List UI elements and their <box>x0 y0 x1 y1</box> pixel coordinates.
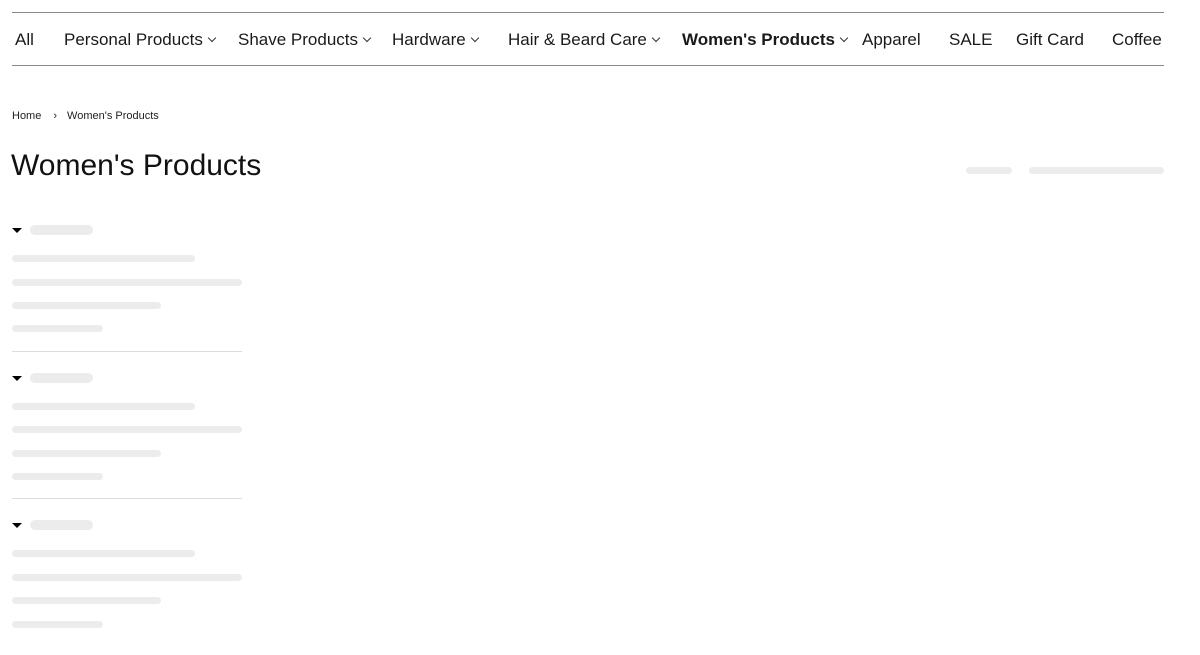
filter-option-skeleton <box>12 550 195 557</box>
filter-option-skeleton <box>12 621 103 628</box>
filter-option-skeleton <box>12 426 242 433</box>
breadcrumb: Home › Women's Products <box>12 110 159 122</box>
nav-item-label: Hardware <box>392 30 466 49</box>
page-title: Women's Products <box>11 149 262 182</box>
chevron-down-icon <box>651 33 661 43</box>
chevron-down-icon <box>362 33 372 43</box>
filter-option-skeleton <box>12 279 242 286</box>
nav-item-label: Personal Products <box>64 30 203 49</box>
filter-option-skeleton <box>12 450 161 457</box>
nav-item-label: Apparel <box>862 30 921 49</box>
caret-down-icon[interactable] <box>12 228 22 233</box>
filter-group-divider <box>12 498 242 499</box>
filter-option-skeleton <box>12 574 242 581</box>
chevron-down-icon <box>207 33 217 43</box>
nav-item-label: All <box>15 30 34 49</box>
nav-item-coffee[interactable]: Coffee <box>1112 13 1162 66</box>
nav-item-label: Shave Products <box>238 30 359 49</box>
filter-option-skeleton <box>12 597 161 604</box>
main-navigation: All Personal Products Shave Products Har… <box>12 12 1164 66</box>
breadcrumb-separator: › <box>53 110 58 122</box>
nav-item-gift-card[interactable]: Gift Card <box>1016 13 1084 66</box>
nav-item-label: SALE <box>949 30 993 49</box>
filter-option-skeleton <box>12 325 103 332</box>
nav-item-personal-products[interactable]: Personal Products <box>64 13 217 66</box>
chevron-down-icon <box>470 33 479 43</box>
filter-group-title-skeleton[interactable] <box>30 225 93 235</box>
results-count-skeleton <box>966 167 1012 174</box>
nav-item-shave-products[interactable]: Shave Products <box>238 13 372 66</box>
filter-option-skeleton <box>12 255 195 262</box>
nav-item-sale[interactable]: SALE <box>949 13 992 66</box>
filter-group-divider <box>12 351 242 352</box>
filter-group-title-skeleton[interactable] <box>30 373 93 383</box>
sort-select-skeleton[interactable] <box>1029 167 1164 174</box>
nav-item-hair-beard-care[interactable]: Hair & Beard Care <box>508 13 661 66</box>
nav-item-label: Gift Card <box>1016 30 1085 49</box>
filter-option-skeleton <box>12 473 103 480</box>
chevron-down-icon <box>839 33 849 43</box>
nav-item-womens-products[interactable]: Women's Products <box>682 13 849 66</box>
breadcrumb-home-link[interactable]: Home <box>12 110 41 122</box>
caret-down-icon[interactable] <box>12 376 22 381</box>
nav-item-label: Coffee <box>1112 30 1162 49</box>
filter-group-title-skeleton[interactable] <box>30 520 93 530</box>
nav-item-apparel[interactable]: Apparel <box>862 13 921 66</box>
caret-down-icon[interactable] <box>12 523 22 528</box>
filter-option-skeleton <box>12 302 161 309</box>
filter-option-skeleton <box>12 403 195 410</box>
nav-item-hardware[interactable]: Hardware <box>392 13 479 66</box>
nav-item-all[interactable]: All <box>15 13 34 66</box>
nav-item-label: Women's Products <box>682 30 835 49</box>
nav-item-label: Hair & Beard Care <box>508 30 647 49</box>
breadcrumb-current: Women's Products <box>67 110 159 122</box>
